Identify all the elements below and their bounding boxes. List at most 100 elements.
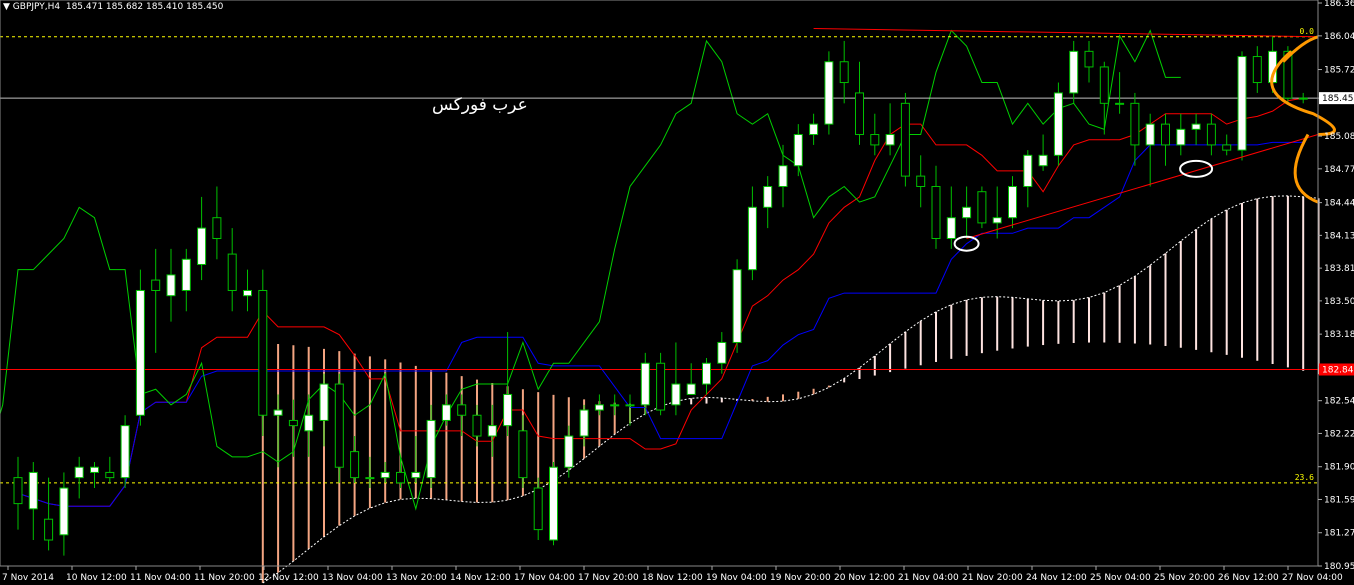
candle-body xyxy=(212,217,222,239)
y-tick-label: 181.590 xyxy=(1324,495,1354,505)
x-tick-label: 19 Nov 20:00 xyxy=(770,573,831,583)
x-tick-label: 12 Nov 12:00 xyxy=(258,573,319,583)
y-tick-label: 184.445 xyxy=(1324,199,1354,209)
y-tick-label: 183.815 xyxy=(1324,264,1354,274)
x-tick-label: 24 Nov 12:00 xyxy=(1026,573,1087,583)
candles xyxy=(13,35,1308,556)
x-tick-label: 21 Nov 04:00 xyxy=(898,573,959,583)
x-tick-label: 11 Nov 20:00 xyxy=(194,573,255,583)
candle-body xyxy=(518,430,528,479)
y-tick-label: 184.130 xyxy=(1324,231,1354,241)
y-tick-label: 181.905 xyxy=(1324,463,1354,473)
candle-body xyxy=(243,289,252,297)
candle-body xyxy=(992,217,1002,224)
candle-body xyxy=(809,123,819,136)
candle-body xyxy=(1038,154,1048,167)
candle-body xyxy=(824,61,834,125)
y-tick-label: 181.270 xyxy=(1324,529,1354,539)
candle-body xyxy=(319,383,329,421)
candle-body xyxy=(457,404,467,416)
plot-frame xyxy=(0,0,1319,567)
y-tick-label: 182.225 xyxy=(1324,429,1354,439)
candle-body xyxy=(717,341,727,364)
y-tick-label: 183.180 xyxy=(1324,330,1354,340)
x-tick-label: 13 Nov 04:00 xyxy=(322,573,383,583)
x-tick-label: 17 Nov 20:00 xyxy=(578,573,639,583)
ichimoku-cloud xyxy=(261,195,1320,584)
x-tick-label: 27 Nov 04:00 xyxy=(1282,573,1343,583)
x-tick-label: 10 Nov 12:00 xyxy=(66,573,127,583)
chart-header: ▼ GBPJPY,H4 185.471 185.682 185.410 185.… xyxy=(3,2,223,12)
price-marker-label: 182.84 xyxy=(1322,365,1354,375)
candle-body xyxy=(28,471,38,510)
candle-body xyxy=(900,102,910,177)
candle-body xyxy=(564,435,574,468)
candle-body xyxy=(1069,50,1079,94)
candle-body xyxy=(747,206,757,271)
y-tick-label: 182.540 xyxy=(1324,397,1354,407)
candle-body xyxy=(594,404,604,411)
x-tick-label: 14 Nov 12:00 xyxy=(450,573,511,583)
candle-body xyxy=(304,414,314,432)
collapse-arrow-icon[interactable]: ▼ xyxy=(3,2,13,12)
candle-body xyxy=(1222,144,1232,151)
candle-body xyxy=(1053,92,1063,156)
candle-body xyxy=(197,227,207,265)
candle-body xyxy=(1145,123,1155,146)
candle-body xyxy=(59,487,69,536)
bid-marker-label: 185.450 xyxy=(1322,94,1354,104)
candle-body xyxy=(288,419,298,427)
candle-body xyxy=(365,477,375,480)
resistance-line xyxy=(813,27,1319,38)
y-tick-label: 180.950 xyxy=(1324,562,1354,572)
x-tick-label: 20 Nov 12:00 xyxy=(834,573,895,583)
candle-body xyxy=(885,134,895,146)
candle-body xyxy=(411,471,421,479)
candle-body xyxy=(472,414,482,437)
candle-body xyxy=(273,409,283,416)
candle-body xyxy=(44,518,54,541)
candle-body xyxy=(916,175,926,188)
x-tick-label: 7 Nov 2014 xyxy=(2,573,54,583)
candle-body xyxy=(227,253,237,291)
projection-arrow xyxy=(1293,133,1319,204)
candle-body xyxy=(166,274,176,297)
y-tick-label: 186.365 xyxy=(1324,0,1354,9)
candle-body xyxy=(441,404,451,421)
candle-body xyxy=(258,289,268,416)
x-tick-label: 18 Nov 12:00 xyxy=(642,573,703,583)
candle-body xyxy=(334,383,344,468)
quote-label: 185.471 185.682 185.410 185.450 xyxy=(65,2,224,12)
candle-body xyxy=(763,186,773,208)
candle-body xyxy=(74,466,84,479)
candle-body xyxy=(977,191,987,224)
candle-body xyxy=(380,471,390,479)
candle-body xyxy=(181,258,191,291)
level-label: 0.0 xyxy=(1300,27,1315,36)
senkou-span-a xyxy=(262,195,1319,584)
symbol-label: GBPJPY,H4 xyxy=(12,2,61,12)
candle-body xyxy=(533,487,543,531)
candle-body xyxy=(686,383,696,395)
candle-body xyxy=(1023,154,1033,188)
candle-body xyxy=(1206,123,1216,146)
candle-body xyxy=(549,466,558,541)
level-label: 23.6 xyxy=(1295,473,1314,482)
kijun-sen-line xyxy=(17,141,1304,507)
candle-body xyxy=(1099,66,1109,104)
indicator-lines xyxy=(0,29,1304,511)
candle-body xyxy=(503,393,513,427)
candle-body xyxy=(1115,102,1125,105)
x-tick-label: 13 Nov 20:00 xyxy=(386,573,447,583)
y-tick-label: 186.049 xyxy=(1324,32,1354,42)
candle-body xyxy=(778,165,788,188)
x-tick-label: 17 Nov 04:00 xyxy=(514,573,575,583)
candle-body xyxy=(396,471,405,484)
candle-body xyxy=(579,409,589,437)
candle-body xyxy=(1084,50,1094,68)
y-tick-label: 183.500 xyxy=(1324,297,1354,307)
y-tick-label: 185.725 xyxy=(1324,66,1354,76)
candle-body xyxy=(839,61,849,84)
candle-body xyxy=(1161,123,1170,146)
candle-body xyxy=(732,269,742,343)
